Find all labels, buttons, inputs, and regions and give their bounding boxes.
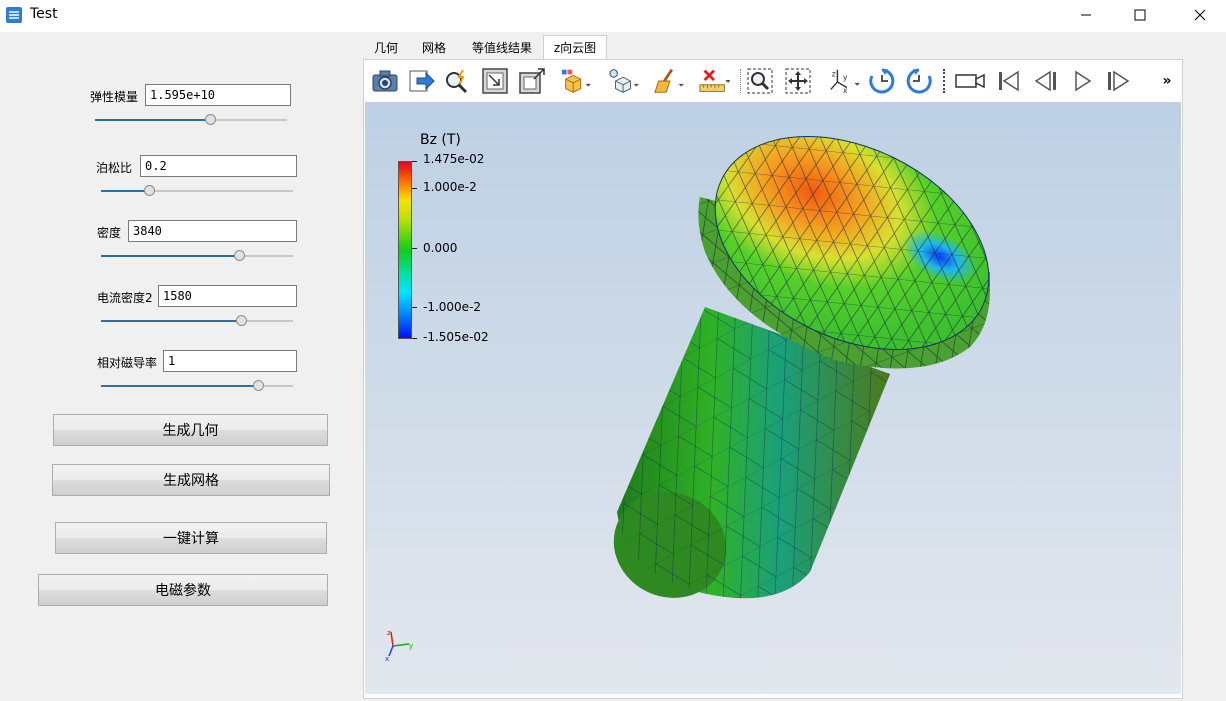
zoom-box-icon[interactable] — [516, 65, 548, 97]
toolbar-separator — [740, 69, 742, 93]
minimize-icon — [1081, 14, 1091, 16]
svg-text:z: z — [832, 69, 836, 78]
slider-handle[interactable] — [234, 250, 246, 261]
poisson-ratio-input[interactable]: 0.2 — [140, 155, 297, 177]
app-icon — [5, 6, 23, 24]
relative-permeability-slider[interactable] — [101, 380, 293, 392]
zoom-selection-icon[interactable] — [744, 65, 776, 97]
tab-geometry[interactable]: 几何 — [366, 35, 406, 59]
tab-z-cloud[interactable]: z向云图 — [543, 35, 607, 59]
title-bar: Test — [0, 0, 1226, 32]
orientation-axes: z y x — [385, 629, 413, 662]
tab-mesh[interactable]: 网格 — [414, 35, 454, 59]
mesh-model — [613, 136, 990, 599]
slider-handle[interactable] — [236, 315, 248, 326]
current-density-slider[interactable] — [101, 315, 293, 327]
axis-x-label: x — [385, 655, 389, 662]
axis-z-label: z — [387, 629, 391, 637]
3d-viewport[interactable]: Bz (T) 1.475e-02 1.000e-2 0.000 -1.000e-… — [365, 102, 1181, 694]
camera-icon[interactable] — [369, 65, 401, 97]
close-icon — [1194, 9, 1206, 21]
toolbar-separator — [943, 69, 946, 93]
param-label-poisson-ratio: 泊松比 — [96, 161, 133, 175]
param-label-current-density: 电流密度2 — [97, 291, 153, 305]
clear-icon[interactable] — [653, 65, 685, 97]
reset-view-icon[interactable] — [479, 65, 511, 97]
first-frame-icon[interactable] — [992, 65, 1024, 97]
compute-button[interactable]: 一键计算 — [55, 522, 327, 554]
poisson-ratio-slider[interactable] — [101, 185, 293, 197]
density-input[interactable]: 3840 — [128, 220, 297, 242]
relative-permeability-input[interactable]: 1 — [163, 350, 297, 372]
next-frame-icon[interactable] — [1103, 65, 1135, 97]
close-button[interactable] — [1177, 0, 1223, 30]
generate-mesh-button[interactable]: 生成网格 — [52, 464, 330, 496]
more-icon[interactable]: » — [1155, 65, 1179, 97]
display-mode-icon[interactable] — [560, 65, 592, 97]
fit-view-icon[interactable] — [782, 65, 814, 97]
slider-handle[interactable] — [144, 185, 155, 196]
lighting-icon[interactable] — [608, 65, 640, 97]
axis-y-label: y — [409, 642, 413, 650]
density-slider[interactable] — [101, 250, 293, 262]
param-label-relative-permeability: 相对磁导率 — [97, 356, 158, 370]
svg-text:x: x — [843, 86, 848, 95]
param-label-density: 密度 — [97, 226, 122, 240]
axes-orientation-icon[interactable]: zyx — [828, 65, 860, 97]
slider-handle[interactable] — [205, 114, 217, 125]
generate-geometry-button[interactable]: 生成几何 — [53, 414, 328, 446]
svg-text:y: y — [843, 73, 848, 82]
maximize-button[interactable] — [1117, 0, 1163, 30]
elastic-modulus-slider[interactable] — [95, 114, 287, 126]
minimize-button[interactable] — [1063, 0, 1109, 30]
play-icon[interactable] — [1066, 65, 1098, 97]
em-params-button[interactable]: 电磁参数 — [38, 574, 328, 606]
maximize-icon — [1134, 9, 1146, 21]
tab-contour-results[interactable]: 等值线结果 — [462, 35, 542, 59]
probe-icon[interactable] — [441, 65, 473, 97]
export-icon[interactable] — [405, 65, 437, 97]
ruler-icon[interactable] — [698, 65, 730, 97]
window-title: Test — [30, 6, 58, 22]
param-label-elastic-modulus: 弹性模量 — [90, 90, 139, 104]
current-density-input[interactable]: 1580 — [158, 285, 297, 307]
elastic-modulus-input[interactable]: 1.595e+10 — [145, 84, 291, 106]
previous-frame-icon[interactable] — [1029, 65, 1061, 97]
video-camera-icon[interactable] — [954, 65, 986, 97]
rotate-ccw-icon[interactable] — [903, 65, 935, 97]
view-toolbar: zyx » — [365, 61, 1181, 101]
slider-handle[interactable] — [253, 380, 265, 391]
rotate-cw-icon[interactable] — [866, 65, 898, 97]
